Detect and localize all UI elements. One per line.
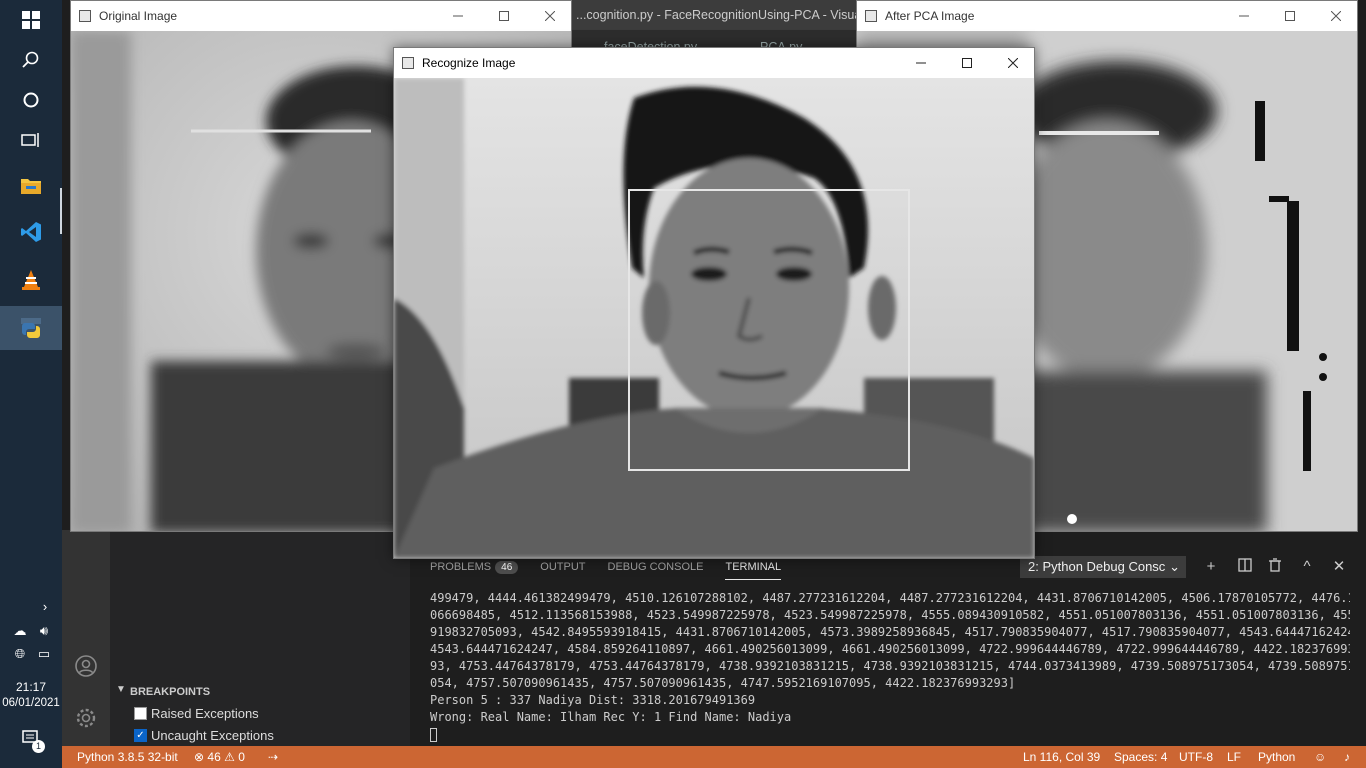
problems-indicator[interactable]: ⊗ 46 ⚠ 0 [194, 746, 245, 768]
breakpoints-header[interactable]: BREAKPOINTS [110, 682, 410, 702]
terminal-line: Person 5 : 337 Nadiya Dist: 3318.2016794… [430, 693, 756, 707]
desktop: ...cognition.py - FaceRecognitionUsing-P… [0, 0, 1366, 768]
python-interpreter[interactable]: Python 3.8.5 32-bit [77, 746, 178, 768]
bell-icon[interactable]: ♪ [1344, 746, 1350, 768]
window-title: Recognize Image [422, 56, 516, 70]
terminal-cursor [430, 727, 437, 742]
tab-output[interactable]: OUTPUT [540, 560, 585, 580]
maximize-button[interactable] [944, 48, 990, 78]
split-terminal-icon[interactable] [1236, 558, 1254, 576]
file-explorer-icon[interactable] [0, 166, 62, 206]
checkbox[interactable] [134, 707, 147, 720]
vscode-icon[interactable] [0, 212, 62, 252]
terminal-select[interactable]: 2: Python Debug Consc ⌄ [1020, 556, 1186, 578]
chevron-down-icon: ⌄ [1169, 559, 1180, 574]
new-terminal-icon[interactable]: + [1202, 558, 1220, 576]
terminal-cursor-line [430, 726, 1350, 743]
maximize-button[interactable] [481, 1, 527, 31]
live-share-icon[interactable]: ⇢ [268, 746, 278, 768]
maximize-button[interactable] [1267, 1, 1313, 31]
close-button[interactable] [990, 48, 1036, 78]
end-of-line[interactable]: LF [1227, 746, 1241, 768]
windows-taskbar: › ☁ 🔊︎ 🌐︎ ▭ 21:17 06/01/2021 1 [0, 0, 62, 768]
cortana-icon[interactable] [0, 80, 62, 120]
tab-terminal[interactable]: TERMINAL [725, 560, 782, 580]
indentation[interactable]: Spaces: 4 [1114, 746, 1167, 768]
maximize-panel-icon[interactable]: ^ [1298, 558, 1316, 576]
clock-date[interactable]: 06/01/2021 [0, 697, 62, 709]
clock-time[interactable]: 21:17 [0, 680, 62, 694]
trash-icon[interactable] [1266, 558, 1284, 576]
close-button[interactable] [1313, 1, 1359, 31]
close-button[interactable] [527, 1, 573, 31]
search-icon[interactable] [0, 40, 62, 80]
terminal-line: 93, 4753.44764378179, 4753.44764378179, … [430, 659, 1350, 673]
warning-icon: ⚠ [224, 750, 235, 764]
terminal-output[interactable]: 499479, 4444.461382499479, 4510.12610728… [430, 590, 1350, 743]
active-app-indicator [60, 188, 62, 234]
breakpoint-label: Raised Exceptions [151, 706, 259, 721]
status-bar: Python 3.8.5 32-bit ⊗ 46 ⚠ 0 ⇢ Ln 116, C… [62, 746, 1366, 768]
windows-start-icon[interactable] [0, 0, 62, 40]
task-view-icon[interactable] [0, 120, 62, 160]
network-icon[interactable]: 🌐︎ [11, 645, 29, 663]
window-app-icon [402, 57, 414, 69]
window-app-icon [79, 10, 91, 22]
vscode-activity-bar [62, 530, 110, 746]
breakpoint-uncaught-exceptions[interactable]: ✓ Uncaught Exceptions [134, 728, 274, 743]
language-mode[interactable]: Python [1258, 746, 1295, 768]
terminal-line: 499479, 4444.461382499479, 4510.12610728… [430, 591, 1350, 605]
error-icon: ⊗ [194, 750, 205, 764]
minimize-button[interactable] [1221, 1, 1267, 31]
breakpoint-label: Uncaught Exceptions [151, 728, 274, 743]
notification-badge: 1 [32, 740, 45, 753]
recognized-face-image [394, 78, 1034, 558]
feedback-icon[interactable]: ☺ [1314, 746, 1326, 768]
recognize-image-window[interactable]: Recognize Image [393, 47, 1035, 559]
settings-gear-icon[interactable] [74, 706, 98, 735]
checkbox-checked[interactable]: ✓ [134, 729, 147, 742]
vscode-window-title: ...cognition.py - FaceRecognitionUsing-P… [576, 8, 856, 22]
window-titlebar[interactable]: Original Image [71, 1, 571, 31]
vlc-icon[interactable] [0, 260, 62, 300]
chevron-right-icon[interactable]: › [36, 597, 54, 615]
window-title: After PCA Image [885, 9, 975, 23]
terminal-line: Wrong: Real Name: Ilham Rec Y: 1 Find Na… [430, 710, 792, 724]
minimize-button[interactable] [898, 48, 944, 78]
account-icon[interactable] [74, 654, 98, 683]
encoding[interactable]: UTF-8 [1179, 746, 1213, 768]
window-app-icon [865, 10, 877, 22]
breakpoint-raised-exceptions[interactable]: Raised Exceptions [134, 706, 259, 721]
close-panel-icon[interactable]: ✕ [1330, 558, 1348, 576]
terminal-line: 4543.644471624247, 4584.859264110897, 46… [430, 642, 1350, 656]
panel-tabs: PROBLEMS 46 OUTPUT DEBUG CONSOLE TERMINAL [430, 560, 803, 580]
window-title: Original Image [99, 9, 178, 23]
volume-icon[interactable]: 🔊︎ [35, 622, 53, 640]
onedrive-icon[interactable]: ☁ [11, 622, 29, 640]
battery-icon[interactable]: ▭ [35, 645, 53, 663]
window-titlebar[interactable]: After PCA Image [857, 1, 1357, 31]
window-titlebar[interactable]: Recognize Image [394, 48, 1034, 78]
minimize-button[interactable] [435, 1, 481, 31]
tab-debug-console[interactable]: DEBUG CONSOLE [608, 560, 704, 580]
tab-problems[interactable]: PROBLEMS 46 [430, 560, 519, 580]
terminal-line: 054, 4757.507090961435, 4757.50709096143… [430, 676, 1016, 690]
problems-count-badge: 46 [495, 561, 519, 574]
terminal-line: 066698485, 4512.113568153988, 4523.54998… [430, 608, 1350, 622]
python-icon[interactable] [0, 306, 62, 350]
cursor-position[interactable]: Ln 116, Col 39 [1023, 746, 1100, 768]
terminal-line: 919832705093, 4542.8495593918415, 4431.8… [430, 625, 1350, 639]
